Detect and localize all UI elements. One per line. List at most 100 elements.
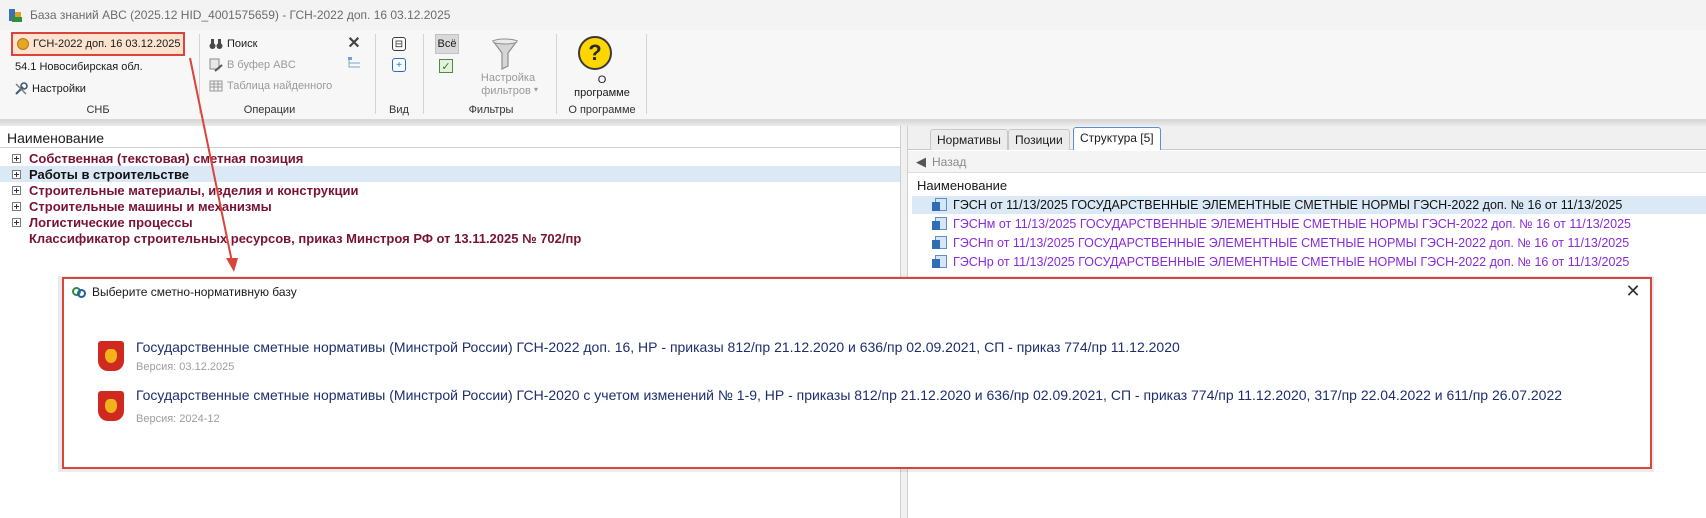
row-label: ГЭСНп от 11/13/2025 ГОСУДАРСТВЕННЫЕ ЭЛЕМ… [953, 236, 1630, 250]
link-chain-icon [72, 285, 86, 299]
group-label-about: О программе [568, 104, 636, 116]
ribbon-group-about: ? О программе О программе [558, 30, 646, 120]
about-label-1: О [597, 74, 607, 86]
group-label-snb: СНБ [86, 104, 110, 116]
app-logo-icon [8, 7, 24, 23]
ribbon-group-snb: ГСН-2022 доп. 16 03.12.2025 54.1 Новосиб… [0, 30, 196, 120]
close-x-icon: ✕ [347, 35, 361, 52]
table-row[interactable]: ГЭСНр от 11/13/2025 ГОСУДАРСТВЕННЫЕ ЭЛЕМ… [912, 253, 1706, 271]
to-buffer-label: В буфер ABC [227, 59, 296, 71]
base-option-title: Государственные сметные нормативы (Минст… [136, 387, 1563, 403]
ribbon-toolbar: ГСН-2022 доп. 16 03.12.2025 54.1 Новосиб… [0, 30, 1706, 120]
tree-item-label: Собственная (текстовая) сметная позиция [29, 150, 304, 166]
dialog-header: Выберите сметно-нормативную базу [64, 279, 1650, 305]
region-selector[interactable]: 54.1 Новосибирская обл. [15, 61, 143, 73]
document-folder-icon [932, 255, 948, 269]
tree-item[interactable]: Логистические процессы [0, 214, 900, 230]
tree-column-header[interactable]: Наименование [0, 128, 900, 148]
tree-item-label: Классификатор строительных ресурсов, при… [29, 230, 582, 246]
filter-settings-button[interactable]: Настройка фильтров ▾ [466, 30, 556, 100]
tree-item-label: Логистические процессы [29, 214, 193, 230]
tree-item[interactable]: Собственная (текстовая) сметная позиция [0, 150, 900, 166]
tab-structure[interactable]: Структура [5] [1073, 127, 1161, 150]
dialog-title: Выберите сметно-нормативную базу [92, 285, 297, 299]
tree-item-label: Работы в строительстве [29, 166, 190, 182]
filter-all-button[interactable]: Всё [435, 34, 459, 54]
tree-item[interactable]: Строительные материалы, изделия и констр… [0, 182, 900, 198]
collapse-icon: ⊟ [392, 37, 406, 51]
grid-column-header[interactable]: Наименование [917, 178, 1007, 193]
tabs-bar: Нормативы Позиции Структура [5] [908, 126, 1706, 150]
title-bar: База знаний ABC (2025.12 HID_4001575659)… [0, 0, 1706, 30]
question-mark-icon: ? [578, 36, 612, 70]
to-buffer-button[interactable]: В буфер ABC [209, 58, 296, 72]
table-icon [209, 79, 223, 93]
ribbon-divider [375, 34, 376, 114]
group-label-view: Вид [389, 104, 409, 116]
chevron-down-icon: ▾ [534, 85, 539, 94]
expand-button[interactable]: + [392, 58, 406, 72]
current-base-label: ГСН-2022 доп. 16 03.12.2025 [33, 38, 181, 50]
ribbon-divider [556, 34, 557, 114]
tree-item[interactable]: Строительные машины и механизмы [0, 198, 900, 214]
region-label: 54.1 Новосибирская обл. [15, 61, 143, 73]
document-folder-icon [932, 236, 948, 250]
buffer-hand-icon [209, 58, 223, 72]
base-option[interactable]: Государственные сметные нормативы (Минст… [98, 387, 1618, 431]
base-option-version: Версия: 03.12.2025 [136, 361, 235, 373]
tree-view-button[interactable] [347, 56, 365, 70]
found-table-label: Таблица найденного [227, 80, 333, 92]
ribbon-group-filters: Всё ✓ Настройка фильтров ▾ Фильтры [426, 30, 556, 120]
found-table-button[interactable]: Таблица найденного [209, 79, 332, 93]
row-label: ГЭСНм от 11/13/2025 ГОСУДАРСТВЕННЫЕ ЭЛЕМ… [953, 217, 1631, 231]
checkmark-icon: ✓ [439, 59, 453, 73]
expand-plus-icon[interactable] [12, 217, 21, 227]
settings-button[interactable]: Настройки [14, 82, 86, 96]
tree-item-label: Строительные материалы, изделия и констр… [29, 182, 359, 198]
expand-plus-icon[interactable] [12, 153, 21, 163]
back-button[interactable]: ◀ Назад [908, 151, 1706, 173]
table-row[interactable]: ГЭСН от 11/13/2025 ГОСУДАРСТВЕННЫЕ ЭЛЕМЕ… [912, 196, 1706, 214]
expand-plus-icon[interactable] [12, 201, 21, 211]
tree-item-label: Строительные машины и механизмы [29, 198, 272, 214]
clear-button[interactable]: ✕ [347, 35, 365, 52]
russia-emblem-icon [98, 341, 124, 371]
ribbon-divider [423, 34, 424, 114]
base-option-version: Версия: 2024-12 [136, 413, 220, 425]
search-button[interactable]: Поиск [209, 37, 257, 51]
expand-plus-icon: + [392, 58, 406, 72]
base-option[interactable]: Государственные сметные нормативы (Минст… [98, 339, 1618, 383]
expand-plus-icon[interactable] [12, 185, 21, 195]
ribbon-divider [646, 34, 647, 114]
about-label-2: программе [574, 87, 630, 99]
collapse-button[interactable]: ⊟ [392, 37, 406, 51]
tree-item[interactable]: Классификатор строительных ресурсов, при… [0, 230, 900, 246]
filter-check-button[interactable]: ✓ [439, 59, 453, 73]
russia-emblem-icon [98, 391, 124, 421]
document-folder-icon [932, 198, 948, 212]
ribbon-group-view: ⊟ + Вид [378, 30, 420, 120]
tree-item[interactable]: Работы в строительстве [0, 166, 900, 182]
ribbon-group-operations: Поиск В буфер ABC Таблица найденного Опе… [203, 30, 336, 120]
document-folder-icon [932, 217, 948, 231]
expand-plus-icon[interactable] [12, 169, 21, 179]
table-row[interactable]: ГЭСНм от 11/13/2025 ГОСУДАРСТВЕННЫЕ ЭЛЕМ… [912, 215, 1706, 233]
tree-list-icon [347, 56, 361, 70]
settings-label: Настройки [32, 83, 86, 95]
select-base-dialog: Выберите сметно-нормативную базу ✕ Госуд… [62, 277, 1652, 469]
base-coin-icon [17, 38, 29, 50]
back-arrow-icon: ◀ [916, 153, 926, 169]
wrench-icon [14, 82, 28, 96]
tab-normatives[interactable]: Нормативы [930, 129, 1008, 150]
row-label: ГЭСНр от 11/13/2025 ГОСУДАРСТВЕННЫЕ ЭЛЕМ… [953, 255, 1630, 269]
tab-positions[interactable]: Позиции [1008, 129, 1070, 150]
binoculars-icon [209, 37, 223, 51]
table-row[interactable]: ГЭСНп от 11/13/2025 ГОСУДАРСТВЕННЫЕ ЭЛЕМ… [912, 234, 1706, 252]
funnel-icon [492, 38, 518, 70]
row-label: ГЭСН от 11/13/2025 ГОСУДАРСТВЕННЫЕ ЭЛЕМЕ… [953, 198, 1623, 212]
base-option-title: Государственные сметные нормативы (Минст… [136, 339, 1180, 355]
close-icon[interactable]: ✕ [1624, 282, 1642, 300]
current-base-button[interactable]: ГСН-2022 доп. 16 03.12.2025 [11, 32, 185, 56]
about-button[interactable]: ? О программе [558, 30, 646, 100]
window-title: База знаний ABC (2025.12 HID_4001575659)… [30, 8, 451, 22]
